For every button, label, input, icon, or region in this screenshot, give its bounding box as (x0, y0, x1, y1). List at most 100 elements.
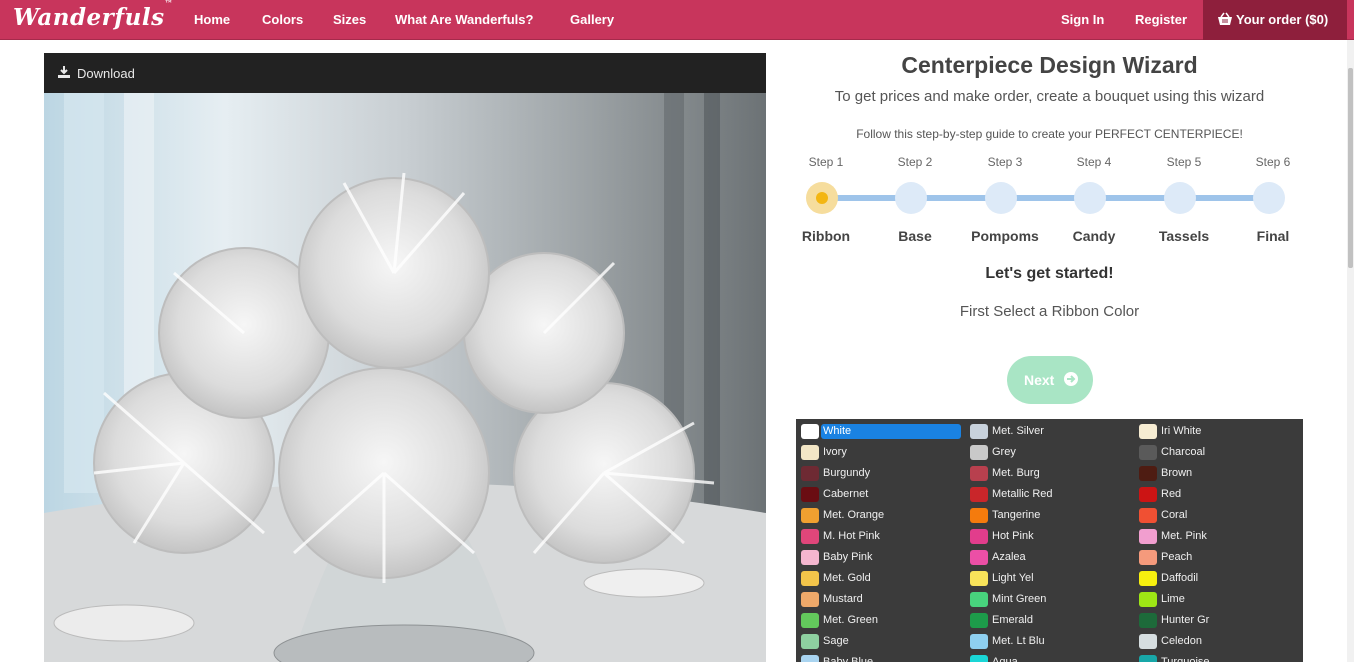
color-swatch (970, 445, 988, 460)
color-swatch (1139, 634, 1157, 649)
nav-gallery-link[interactable]: Gallery (570, 12, 614, 27)
next-label: Next (1024, 372, 1055, 388)
color-option[interactable]: Sage (801, 634, 961, 650)
brand-logo[interactable]: Wanderfuls™ (13, 0, 173, 31)
wizard-guide-text: Follow this step-by-step guide to create… (856, 127, 1243, 141)
color-name: Peach (1161, 551, 1193, 563)
color-swatch (801, 424, 819, 439)
step-dot[interactable] (985, 182, 1017, 214)
scrollbar-thumb[interactable] (1348, 68, 1353, 268)
color-swatch (1139, 571, 1157, 586)
color-option[interactable]: Met. Gold (801, 571, 961, 587)
color-name: Hot Pink (992, 530, 1034, 542)
color-option[interactable]: Peach (1139, 550, 1299, 566)
color-option[interactable]: Hot Pink (970, 529, 1130, 545)
color-option[interactable]: Tangerine (970, 508, 1130, 524)
color-option[interactable]: Burgundy (801, 466, 961, 482)
step-progress-track (822, 195, 1269, 201)
color-name: Met. Silver (992, 425, 1044, 437)
color-option[interactable]: Mustard (801, 592, 961, 608)
color-name: Grey (992, 446, 1016, 458)
color-option[interactable]: Celedon (1139, 634, 1299, 650)
color-option[interactable]: Light Yel (970, 571, 1130, 587)
color-name: Met. Burg (992, 467, 1040, 479)
color-option[interactable]: Emerald (970, 613, 1130, 629)
color-option[interactable]: Turquoise (1139, 655, 1299, 662)
step-dot[interactable] (1164, 182, 1196, 214)
wizard-subtitle: To get prices and make order, create a b… (834, 88, 1265, 105)
ribbon-color-list[interactable]: White Ivory Burgundy Cabernet Met. Orange M. … (796, 419, 1303, 662)
color-option[interactable]: Ivory (801, 445, 961, 461)
nav-colors-link[interactable]: Colors (262, 12, 303, 27)
step-number: Step 3 (987, 155, 1023, 169)
lets-get-started-heading: Let's get started! (985, 265, 1114, 282)
color-swatch (801, 634, 819, 649)
color-swatch (970, 529, 988, 544)
top-navbar: Wanderfuls™ Home Colors Sizes What Are W… (0, 0, 1354, 40)
color-swatch (1139, 550, 1157, 565)
color-name: White (823, 425, 852, 437)
color-name: Brown (1161, 467, 1193, 479)
step-dot[interactable] (895, 182, 927, 214)
color-option[interactable]: Charcoal (1139, 445, 1299, 461)
step-dot[interactable] (1074, 182, 1106, 214)
color-option[interactable]: Aqua (970, 655, 1130, 662)
color-option[interactable]: Met. Silver (970, 424, 1130, 440)
color-option[interactable]: Cabernet (801, 487, 961, 503)
page-scrollbar[interactable] (1347, 40, 1354, 662)
color-option[interactable]: Grey (970, 445, 1130, 461)
step-number: Step 2 (897, 155, 933, 169)
color-option[interactable]: Metallic Red (970, 487, 1130, 503)
color-name: M. Hot Pink (823, 530, 880, 542)
color-option[interactable]: Coral (1139, 508, 1299, 524)
color-swatch (801, 655, 819, 662)
color-option[interactable]: Brown (1139, 466, 1299, 482)
color-swatch (1139, 613, 1157, 628)
sign-in-link[interactable]: Sign In (1061, 12, 1104, 27)
color-swatch (970, 571, 988, 586)
arrow-right-icon (1064, 372, 1078, 386)
color-name: Lime (1161, 593, 1185, 605)
color-swatch (1139, 592, 1157, 607)
register-link[interactable]: Register (1135, 12, 1187, 27)
color-swatch (1139, 487, 1157, 502)
color-option[interactable]: Baby Blue (801, 655, 961, 662)
your-order-button[interactable]: Your order ($0) (1203, 0, 1347, 40)
color-option[interactable]: Met. Orange (801, 508, 961, 524)
step-dot[interactable] (1253, 182, 1285, 214)
color-option[interactable]: Met. Green (801, 613, 961, 629)
color-name: Turquoise (1161, 656, 1210, 662)
step-label: Tassels (1158, 228, 1210, 244)
centerpiece-preview-image (44, 93, 766, 662)
color-option[interactable]: Baby Pink (801, 550, 961, 566)
color-option[interactable]: Iri White (1139, 424, 1299, 440)
color-name: Daffodil (1161, 572, 1199, 584)
color-name: Met. Pink (1161, 530, 1207, 542)
color-swatch (970, 613, 988, 628)
color-option[interactable]: Azalea (970, 550, 1130, 566)
color-swatch (801, 487, 819, 502)
color-option[interactable]: Daffodil (1139, 571, 1299, 587)
next-button[interactable]: Next (1007, 356, 1093, 404)
color-option[interactable]: Hunter Gr (1139, 613, 1299, 629)
step-number: Step 4 (1076, 155, 1112, 169)
color-option[interactable]: Lime (1139, 592, 1299, 608)
nav-sizes-link[interactable]: Sizes (333, 12, 366, 27)
color-swatch (801, 613, 819, 628)
color-option[interactable]: Met. Burg (970, 466, 1130, 482)
color-option[interactable]: White (801, 424, 961, 440)
nav-what-are-wanderfuls-link[interactable]: What Are Wanderfuls? (395, 12, 533, 27)
color-swatch (1139, 508, 1157, 523)
color-option[interactable]: Met. Pink (1139, 529, 1299, 545)
color-swatch (970, 466, 988, 481)
step-label: Ribbon (801, 228, 851, 244)
color-option[interactable]: Met. Lt Blu (970, 634, 1130, 650)
color-option[interactable]: M. Hot Pink (801, 529, 961, 545)
color-option[interactable]: Mint Green (970, 592, 1130, 608)
color-option[interactable]: Red (1139, 487, 1299, 503)
order-label: Your order ($0) (1236, 12, 1329, 27)
bouquet-preview-panel: Download (44, 53, 766, 662)
step-dot-active[interactable] (806, 182, 838, 214)
color-swatch (1139, 466, 1157, 481)
nav-home-link[interactable]: Home (194, 12, 230, 27)
